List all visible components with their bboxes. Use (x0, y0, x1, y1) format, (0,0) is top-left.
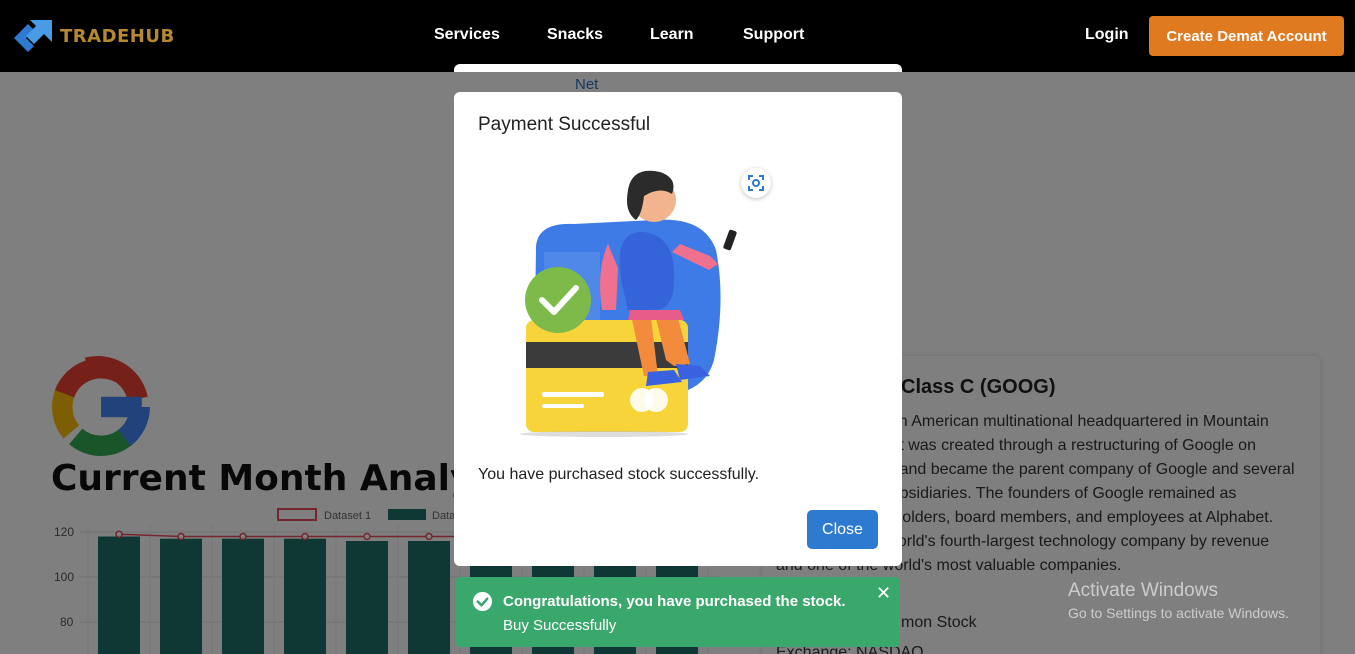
success-toast: Congratulations, you have purchased the … (456, 577, 900, 647)
check-circle-icon (472, 591, 493, 612)
modal-title: Payment Successful (478, 114, 651, 135)
brand-arrows-icon (14, 20, 52, 52)
brand-logo[interactable]: TRADEHUB (12, 18, 175, 54)
login-link[interactable]: Login (1085, 26, 1129, 44)
toast-close-icon[interactable]: ✕ (876, 583, 891, 604)
scan-frame-icon (748, 175, 764, 191)
toast-title: Congratulations, you have purchased the … (503, 593, 846, 610)
close-button[interactable]: Close (807, 510, 878, 549)
nav-services[interactable]: Services (434, 26, 500, 44)
nav-snacks[interactable]: Snacks (547, 26, 603, 44)
scan-icon[interactable] (741, 168, 771, 198)
payment-success-illustration (520, 170, 737, 437)
payment-success-modal: Payment Successful You have purchased st… (454, 92, 902, 566)
nav-support[interactable]: Support (743, 26, 804, 44)
activate-windows-title: Activate Windows (1068, 580, 1218, 601)
activate-windows-subtitle: Go to Settings to activate Windows. (1068, 605, 1289, 621)
modal-message: You have purchased stock successfully. (478, 466, 760, 483)
nav-learn[interactable]: Learn (650, 26, 694, 44)
create-demat-account-button[interactable]: Create Demat Account (1149, 16, 1344, 56)
toast-message: Buy Successfully (503, 617, 617, 634)
brand-name: TRADEHUB (60, 25, 175, 47)
top-navbar: TRADEHUB Services Snacks Learn Support L… (0, 0, 1355, 72)
